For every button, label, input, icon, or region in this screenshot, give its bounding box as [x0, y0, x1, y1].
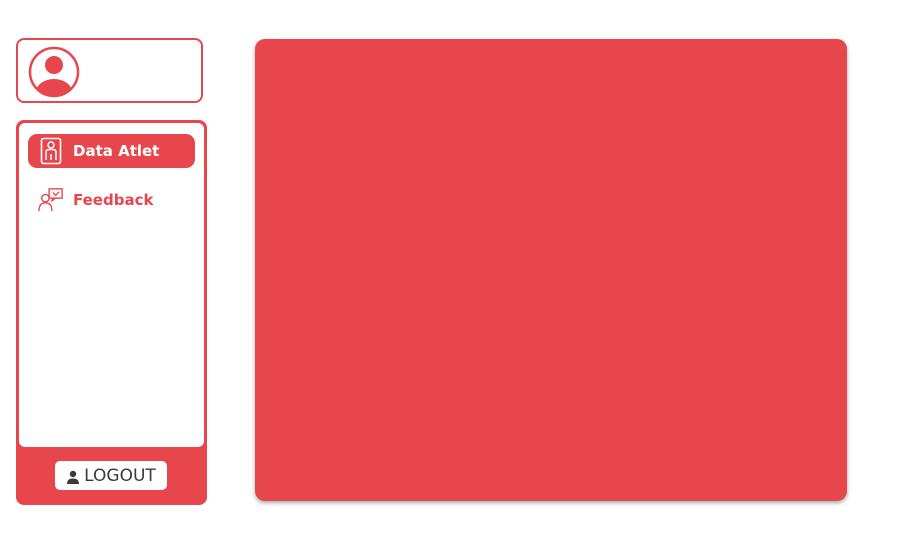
- logout-button[interactable]: LOGOUT: [55, 461, 167, 490]
- sidebar-item-data-atlet[interactable]: Data Atlet: [28, 134, 195, 168]
- sidebar-item-label: Feedback: [73, 191, 154, 209]
- profile-card: [16, 38, 203, 103]
- sidebar-item-feedback[interactable]: Feedback: [28, 183, 195, 217]
- person-icon: [66, 469, 80, 484]
- user-circle-icon[interactable]: [28, 46, 80, 98]
- athlete-card-icon: [38, 136, 64, 166]
- main-content-panel: [255, 39, 847, 501]
- sidebar-item-label: Data Atlet: [73, 142, 160, 160]
- sidebar-menu: Data Atlet Feedback: [19, 123, 204, 447]
- logout-label: LOGOUT: [84, 465, 156, 486]
- sidebar: Data Atlet Feedback LOGOUT: [16, 120, 207, 505]
- user-feedback-icon: [38, 185, 64, 215]
